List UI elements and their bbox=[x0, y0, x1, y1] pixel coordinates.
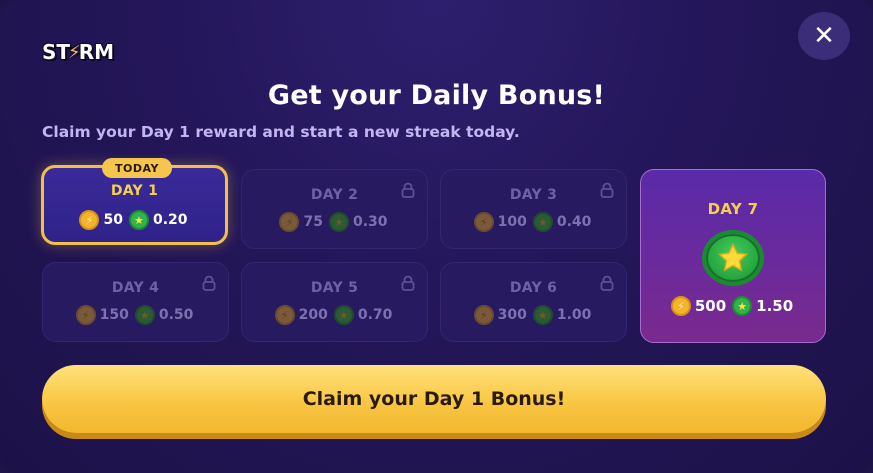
star-token-icon: ★ bbox=[134, 305, 155, 325]
coin-amount: 200 bbox=[298, 307, 328, 323]
lightning-coin-icon: ⚡ bbox=[473, 305, 494, 325]
day-label: DAY 6 bbox=[509, 280, 558, 296]
storm-logo: ST ⚡ RM bbox=[42, 36, 114, 68]
today-badge: TODAY bbox=[102, 158, 172, 178]
subtitle: Claim your Day 1 reward and start a new … bbox=[42, 123, 520, 141]
day-rewards: ⚡ 500 ★ 1.50 bbox=[641, 296, 825, 316]
day-rewards: ⚡ 100 ★ 0.40 bbox=[441, 212, 626, 232]
day-label: DAY 4 bbox=[111, 280, 160, 296]
day-rewards: ⚡ 75 ★ 0.30 bbox=[242, 212, 427, 232]
coin-amount: 50 bbox=[103, 212, 123, 228]
logo-text-start: ST bbox=[42, 40, 71, 64]
claim-bonus-button[interactable]: Claim your Day 1 Bonus! bbox=[42, 365, 826, 433]
day-card-1[interactable]: TODAY DAY 1 ⚡ 50 ★ 0.20 bbox=[41, 158, 228, 245]
coin-amount: 500 bbox=[694, 297, 727, 315]
day-card-3[interactable]: DAY 3 ⚡ 100 ★ 0.40 bbox=[440, 169, 627, 249]
lightning-coin-icon: ⚡ bbox=[274, 305, 295, 325]
lightning-coin-icon: ⚡ bbox=[279, 212, 300, 232]
lightning-coin-icon: ⚡ bbox=[473, 212, 494, 232]
star-amount: 0.20 bbox=[152, 212, 188, 228]
day-rewards: ⚡ 150 ★ 0.50 bbox=[43, 305, 228, 325]
star-amount: 0.30 bbox=[352, 214, 388, 230]
star-amount: 0.50 bbox=[158, 307, 194, 323]
close-button[interactable]: ✕ bbox=[798, 12, 850, 60]
big-star-icon bbox=[702, 230, 764, 286]
day-card-2[interactable]: DAY 2 ⚡ 75 ★ 0.30 bbox=[241, 169, 428, 249]
lightning-coin-icon: ⚡ bbox=[670, 296, 691, 316]
lightning-coin-icon: ⚡ bbox=[75, 305, 96, 325]
coin-amount: 75 bbox=[303, 214, 323, 230]
page-title: Get your Daily Bonus! bbox=[267, 80, 606, 111]
coin-amount: 300 bbox=[497, 307, 527, 323]
star-token-icon: ★ bbox=[732, 296, 753, 316]
lightning-coin-icon: ⚡ bbox=[79, 210, 100, 230]
star-amount: 1.00 bbox=[556, 307, 592, 323]
day-rewards: ⚡ 200 ★ 0.70 bbox=[242, 305, 427, 325]
day-label: DAY 3 bbox=[509, 187, 558, 203]
day-label: DAY 1 bbox=[110, 183, 159, 199]
star-amount: 0.70 bbox=[357, 307, 393, 323]
coin-amount: 100 bbox=[497, 214, 527, 230]
day-rewards: ⚡ 300 ★ 1.00 bbox=[441, 305, 626, 325]
day-rewards: ⚡ 50 ★ 0.20 bbox=[44, 210, 225, 230]
star-token-icon: ★ bbox=[532, 212, 553, 232]
star-token-icon: ★ bbox=[333, 305, 354, 325]
daily-bonus-modal: ST ⚡ RM ✕ Get your Daily Bonus! Claim your… bbox=[0, 0, 873, 473]
star-token-icon: ★ bbox=[328, 212, 349, 232]
close-icon: ✕ bbox=[813, 21, 835, 51]
star-token-icon: ★ bbox=[532, 305, 553, 325]
claim-button-label: Claim your Day 1 Bonus! bbox=[302, 388, 566, 410]
day-card-4[interactable]: DAY 4 ⚡ 150 ★ 0.50 bbox=[42, 262, 229, 342]
star-token-icon: ★ bbox=[128, 210, 149, 230]
star-amount: 0.40 bbox=[556, 214, 592, 230]
coin-amount: 150 bbox=[99, 307, 129, 323]
day-label: DAY 2 bbox=[310, 187, 359, 203]
star-amount: 1.50 bbox=[756, 297, 794, 315]
day-card-5[interactable]: DAY 5 ⚡ 200 ★ 0.70 bbox=[241, 262, 428, 342]
day-card-6[interactable]: DAY 6 ⚡ 300 ★ 1.00 bbox=[440, 262, 627, 342]
day-label: DAY 7 bbox=[707, 200, 759, 218]
day-label: DAY 5 bbox=[310, 280, 359, 296]
logo-text-end: RM bbox=[78, 40, 114, 64]
day-card-7[interactable]: DAY 7 ⚡ 500 ★ 1.50 bbox=[640, 169, 826, 343]
